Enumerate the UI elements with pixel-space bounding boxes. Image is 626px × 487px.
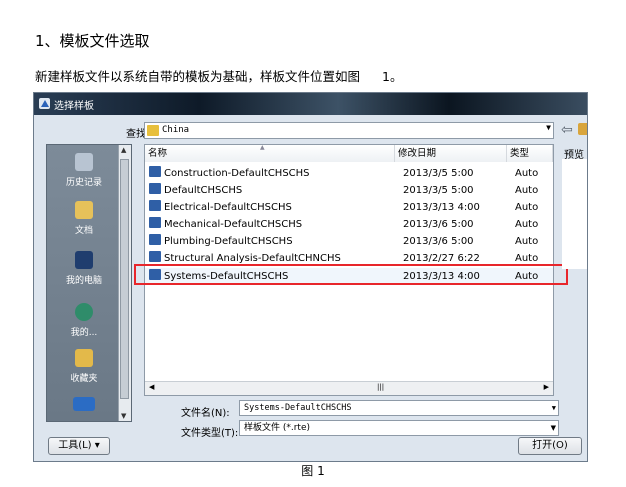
monitor-icon xyxy=(73,397,95,411)
file-type-label: 文件类型(T): xyxy=(181,428,239,439)
places-item-favorites[interactable]: 收藏夹 xyxy=(47,349,121,384)
rte-file-icon xyxy=(149,183,161,194)
file-type: Auto xyxy=(515,168,539,179)
chevron-down-icon[interactable]: ▼ xyxy=(552,401,556,415)
figure-ref: 1。 xyxy=(382,69,403,84)
places-item-history[interactable]: 历史记录 xyxy=(47,153,121,188)
desktop-icon[interactable] xyxy=(47,397,121,415)
up-folder-icon[interactable] xyxy=(578,123,587,135)
file-row[interactable]: DefaultCHSCHS 2013/3/5 5:00 Auto xyxy=(145,182,553,199)
file-type-select[interactable]: 样板文件 (*.rte) ▼ xyxy=(239,420,559,436)
preview-pane: ♪ xyxy=(562,159,587,269)
file-type-value: 样板文件 (*.rte) xyxy=(244,423,311,433)
chevron-down-icon: ▼ xyxy=(546,123,551,132)
rte-file-icon xyxy=(149,251,161,262)
open-button[interactable]: 打开(O) xyxy=(518,437,582,455)
horizontal-scrollbar[interactable]: ◀ ||| ▶ xyxy=(145,381,553,395)
file-name-text: Structural Analysis-DefaultCHNCHS xyxy=(164,253,341,264)
column-header-type[interactable]: 类型 xyxy=(507,145,553,162)
look-in-value: China xyxy=(162,125,190,135)
back-arrow-icon[interactable]: ⇦ xyxy=(561,122,573,138)
paragraph-text: 新建样板文件以系统自带的模板为基础，样板文件位置如图 xyxy=(35,69,361,84)
file-name-text: Plumbing-DefaultCHSCHS xyxy=(164,236,293,247)
file-name: Construction-DefaultCHSCHS xyxy=(149,165,310,182)
network-icon xyxy=(75,303,93,321)
selection-highlight-box xyxy=(134,264,568,285)
places-bar: 历史记录 文档 我的电脑 我的... 收藏夹 ▲ ▼ xyxy=(46,144,132,422)
dialog-title: 选择样板 xyxy=(54,101,94,112)
file-row[interactable]: Mechanical-DefaultCHSCHS 2013/3/6 5:00 A… xyxy=(145,216,553,233)
figure-caption: 图 1 xyxy=(301,464,325,478)
file-type: Auto xyxy=(515,236,539,247)
rte-file-icon xyxy=(149,166,161,177)
places-item-computer[interactable]: 我的电脑 xyxy=(47,251,121,286)
file-type: Auto xyxy=(515,219,539,230)
places-label: 文档 xyxy=(74,226,93,236)
favorites-icon xyxy=(75,349,93,367)
scroll-left-icon[interactable]: ◀ xyxy=(149,383,154,391)
file-date: 2013/3/13 4:00 xyxy=(403,202,480,213)
file-date: 2013/3/6 5:00 xyxy=(403,219,474,230)
column-header-name[interactable]: 名称 xyxy=(145,145,395,162)
file-name-value: Systems-DefaultCHSCHS xyxy=(244,403,352,413)
file-name: Electrical-DefaultCHSCHS xyxy=(149,199,292,216)
documents-icon xyxy=(75,201,93,219)
folder-icon xyxy=(147,125,159,136)
file-row[interactable]: Plumbing-DefaultCHSCHS 2013/3/6 5:00 Aut… xyxy=(145,233,553,250)
computer-icon xyxy=(75,251,93,269)
file-name-text: DefaultCHSCHS xyxy=(164,185,243,196)
file-name: Mechanical-DefaultCHSCHS xyxy=(149,216,302,233)
scroll-up-icon[interactable]: ▲ xyxy=(121,146,126,154)
title-bar: 选择样板 xyxy=(34,93,587,115)
file-name-input[interactable]: Systems-DefaultCHSCHS ▼ xyxy=(239,400,559,416)
scroll-right-icon[interactable]: ▶ xyxy=(544,383,549,391)
file-date: 2013/3/5 5:00 xyxy=(403,185,474,196)
file-date: 2013/3/6 5:00 xyxy=(403,236,474,247)
column-header-date[interactable]: 修改日期 xyxy=(395,145,507,162)
places-label: 我的... xyxy=(70,328,98,338)
places-scrollbar[interactable]: ▲ ▼ xyxy=(118,145,131,421)
section-heading: 1、模板文件选取 xyxy=(35,32,150,50)
file-name: Plumbing-DefaultCHSCHS xyxy=(149,233,293,250)
places-label: 收藏夹 xyxy=(70,374,98,384)
file-name-label: 文件名(N): xyxy=(181,408,230,419)
file-name-text: Electrical-DefaultCHSCHS xyxy=(164,202,292,213)
scroll-thumb[interactable] xyxy=(120,159,129,399)
select-template-dialog: 选择样板 查找范围(I): China ▼ ⇦ ✕ 历史记录 文档 我的电脑 我… xyxy=(33,92,588,462)
file-row[interactable]: Construction-DefaultCHSCHS 2013/3/5 5:00… xyxy=(145,165,553,182)
file-name: DefaultCHSCHS xyxy=(149,182,242,199)
scroll-down-icon[interactable]: ▼ xyxy=(121,412,126,420)
tools-label: 工具(L) xyxy=(58,440,92,451)
places-item-network[interactable]: 我的... xyxy=(47,303,121,338)
description-paragraph: 新建样板文件以系统自带的模板为基础，样板文件位置如图 1。 xyxy=(35,66,402,85)
file-type: Auto xyxy=(515,185,539,196)
chevron-down-icon[interactable]: ▼ xyxy=(551,421,556,435)
file-name-text: Mechanical-DefaultCHSCHS xyxy=(164,219,303,230)
rte-file-icon xyxy=(149,200,161,211)
places-label: 历史记录 xyxy=(65,178,102,188)
rte-file-icon xyxy=(149,217,161,228)
rte-file-icon xyxy=(149,234,161,245)
file-type: Auto xyxy=(515,202,539,213)
places-item-documents[interactable]: 文档 xyxy=(47,201,121,236)
history-icon xyxy=(75,153,93,171)
app-icon xyxy=(39,98,50,109)
scroll-grip-icon[interactable]: ||| xyxy=(377,383,384,391)
file-row[interactable]: Electrical-DefaultCHSCHS 2013/3/13 4:00 … xyxy=(145,199,553,216)
look-in-dropdown[interactable]: China ▼ xyxy=(144,122,554,139)
tools-button[interactable]: 工具(L) ▾ xyxy=(48,437,110,455)
file-date: 2013/3/5 5:00 xyxy=(403,168,474,179)
places-label: 我的电脑 xyxy=(65,276,102,286)
file-name-text: Construction-DefaultCHSCHS xyxy=(164,168,310,179)
